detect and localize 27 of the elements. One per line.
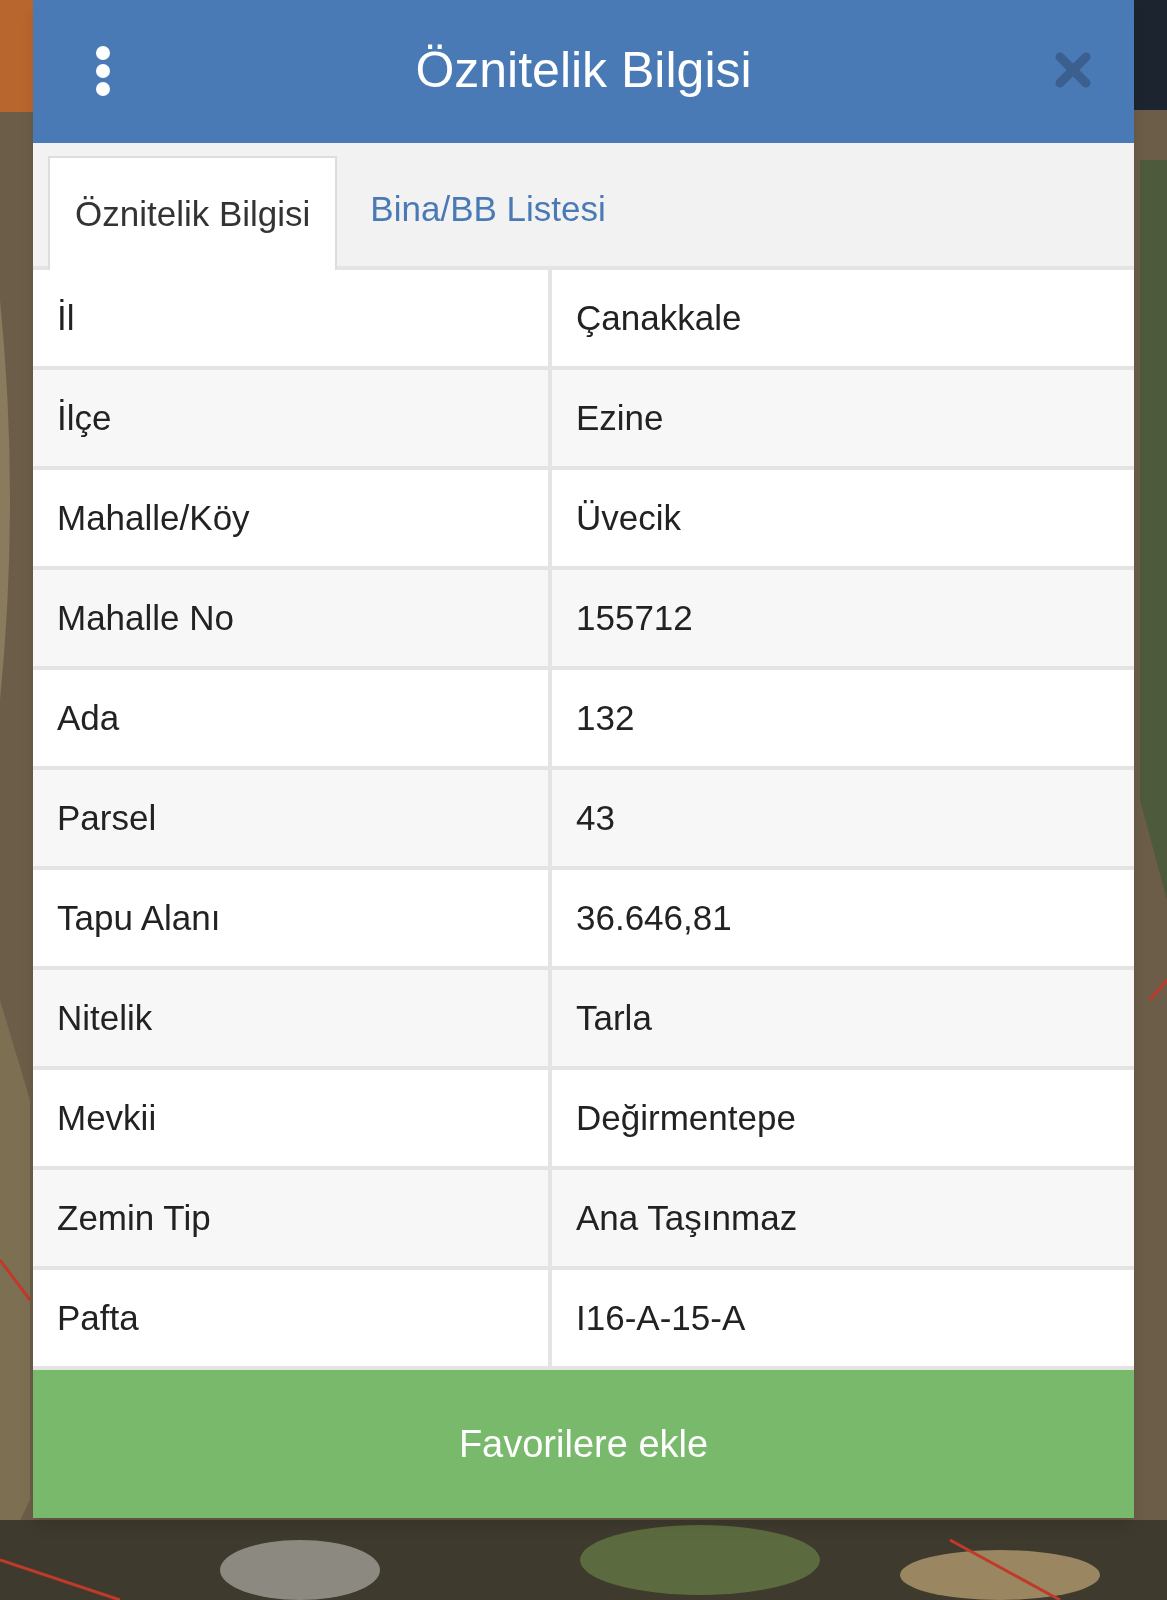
field-label: Tapu Alanı bbox=[57, 896, 221, 939]
field-label: Parsel bbox=[57, 796, 157, 839]
tab[interactable]: Öznitelik Bilgisi bbox=[48, 156, 338, 270]
tab[interactable]: Bina/BB Listesi bbox=[337, 152, 639, 266]
field-value: 155712 bbox=[576, 596, 693, 639]
field-label: Zemin Tip bbox=[57, 1196, 211, 1239]
field-label: Mahalle/Köy bbox=[57, 496, 250, 539]
field-value: Ana Taşınmaz bbox=[576, 1196, 798, 1239]
field-value: Üvecik bbox=[576, 496, 682, 539]
field-label: Nitelik bbox=[57, 996, 153, 1039]
field-label: Mahalle No bbox=[57, 596, 235, 639]
field-value: Çanakkale bbox=[576, 296, 742, 339]
field-value: 132 bbox=[576, 696, 635, 739]
field-value: 43 bbox=[576, 796, 615, 839]
field-value: Değirmentepe bbox=[576, 1096, 796, 1139]
menu-icon[interactable] bbox=[95, 46, 111, 96]
field-value: Ezine bbox=[576, 396, 664, 439]
add-to-favorites-button[interactable]: Favorilere ekle bbox=[33, 1370, 1134, 1518]
field-label: Mevkii bbox=[57, 1096, 157, 1139]
field-label: Ada bbox=[57, 696, 120, 739]
field-value: I16-A-15-A bbox=[576, 1296, 746, 1339]
field-label: İlçe bbox=[57, 396, 112, 439]
field-label: Pafta bbox=[57, 1296, 139, 1339]
field-label: İl bbox=[57, 296, 75, 339]
dialog-title: Öznitelik Bilgisi bbox=[415, 41, 752, 100]
field-value: Tarla bbox=[576, 996, 652, 1039]
field-value: 36.646,81 bbox=[576, 896, 732, 939]
